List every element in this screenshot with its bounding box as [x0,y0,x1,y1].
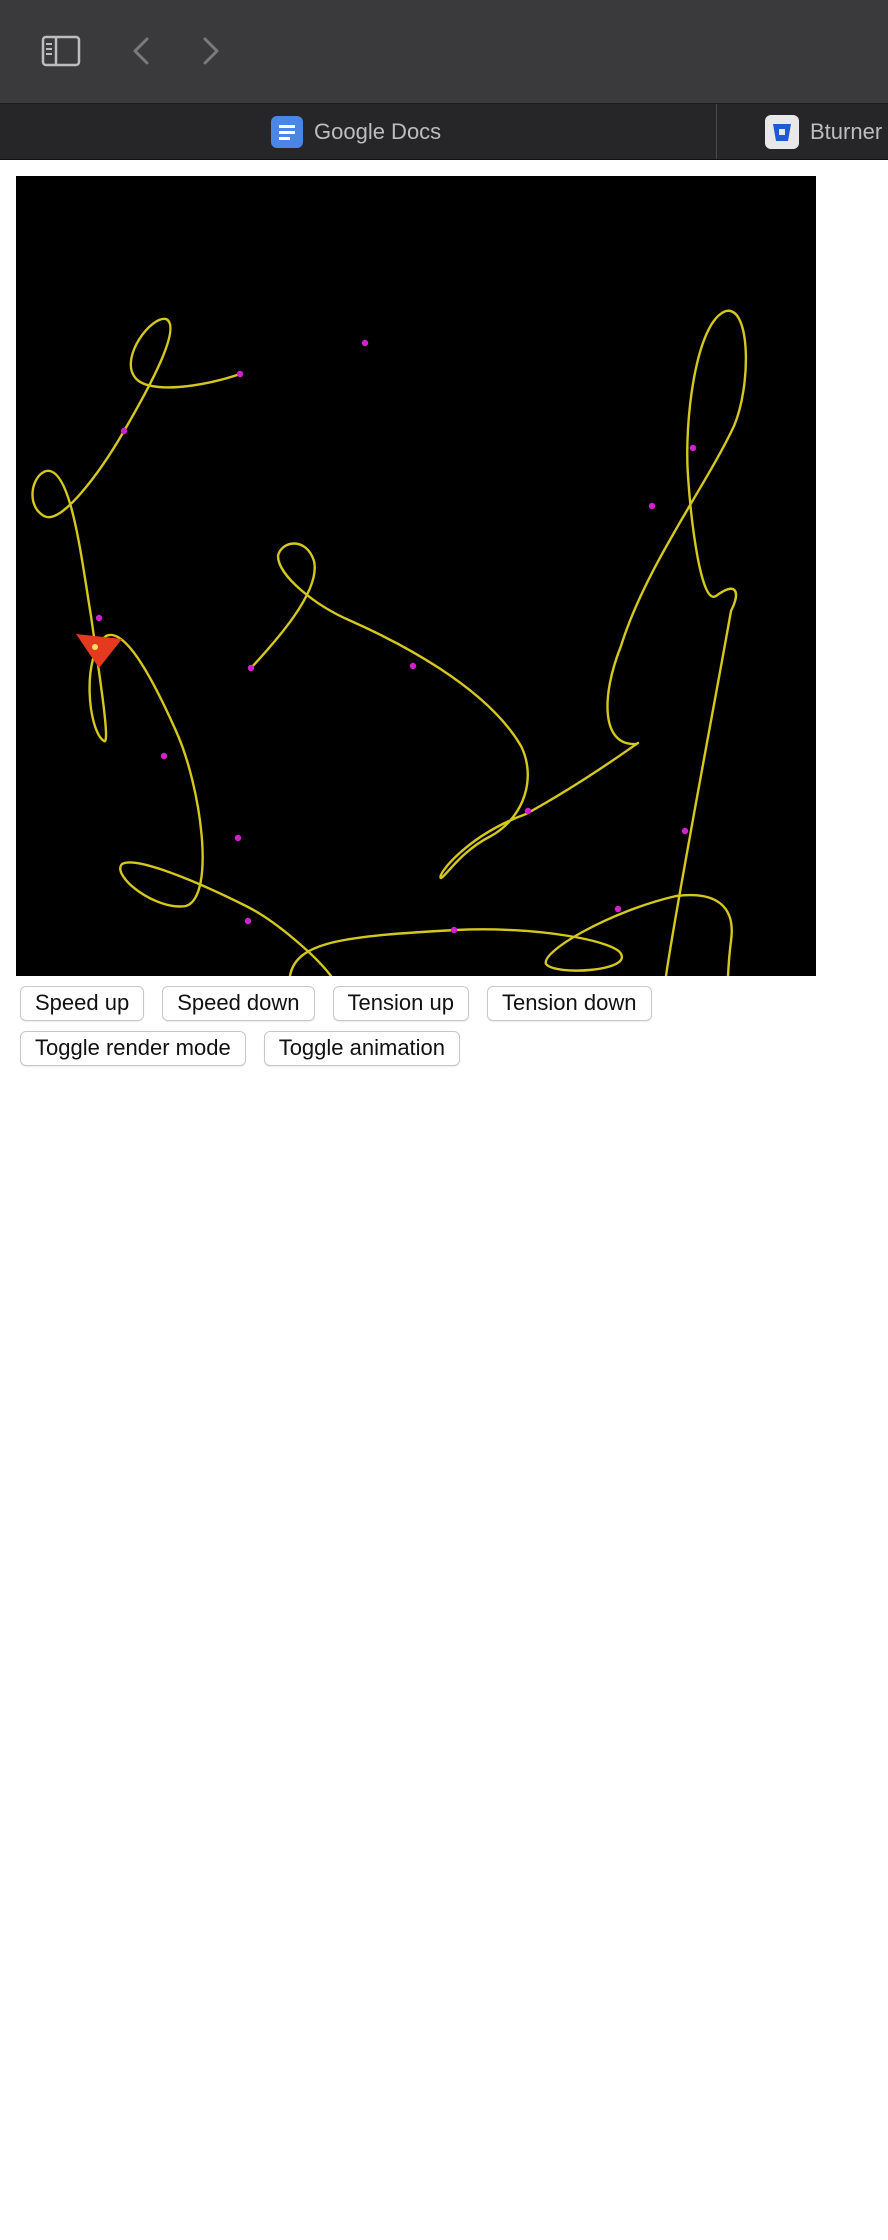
tab-bar: Google Docs Bturner [0,104,888,160]
control-point [120,427,128,435]
chevron-left-icon [133,37,149,65]
control-point [450,926,458,934]
control-point [409,662,417,670]
toggle-animation-button[interactable]: Toggle animation [263,1031,461,1066]
google-docs-icon [271,116,303,148]
controls-row-1: Speed up Speed down Tension up Tension d… [20,986,820,1021]
control-point [234,834,242,842]
control-point [524,807,532,815]
control-points [95,339,697,934]
forward-button[interactable] [186,26,236,76]
curve-segment [288,893,733,978]
animated-pointer [76,634,122,668]
spline-drawing [31,309,748,978]
control-point [95,614,103,622]
tension-down-button[interactable]: Tension down [486,986,652,1021]
controls-panel: Speed up Speed down Tension up Tension d… [20,986,820,1076]
tab-bitbucket[interactable]: Bturner [764,104,883,159]
spline-canvas[interactable] [16,176,816,978]
control-point [236,370,244,378]
toggle-render-mode-button[interactable]: Toggle render mode [20,1031,246,1066]
bitbucket-icon [765,115,799,149]
control-point [247,664,255,672]
curve-segment [31,317,333,978]
tab-label: Bturner [810,119,883,144]
back-button[interactable] [116,26,166,76]
speed-up-button[interactable]: Speed up [20,986,145,1021]
curve-segment [606,309,748,978]
tab-google-docs[interactable]: Google Docs [270,104,442,159]
control-point [160,752,168,760]
control-point [614,905,622,913]
tab-label: Google Docs [314,119,442,144]
control-point [681,827,689,835]
tension-up-button[interactable]: Tension up [332,986,469,1021]
browser-toolbar [0,0,888,104]
speed-down-button[interactable]: Speed down [162,986,315,1021]
control-point [648,502,656,510]
curve-segment [249,542,640,880]
control-point [361,339,369,347]
controls-row-2: Toggle render mode Toggle animation [20,1031,820,1066]
spline-curves [31,309,748,978]
control-point [689,444,697,452]
chevron-right-icon [203,37,219,65]
sidebar-icon [41,35,81,67]
tab-divider [716,104,717,159]
arrow-marker [76,634,122,668]
control-point [244,917,252,925]
sidebar-toggle-button[interactable] [36,26,86,76]
